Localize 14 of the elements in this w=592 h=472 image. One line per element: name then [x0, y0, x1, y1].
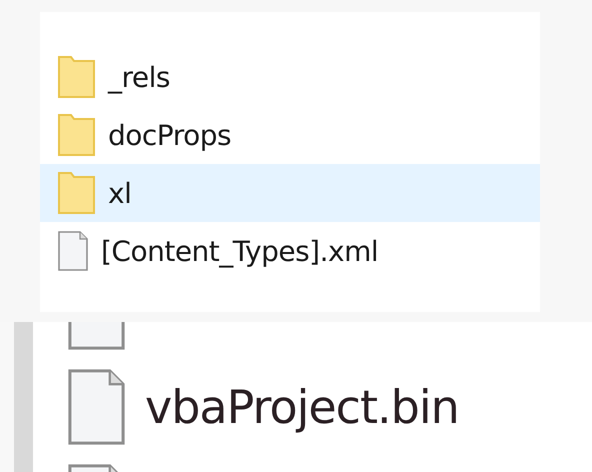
item-name: [Content_Types].xml — [101, 234, 378, 268]
file-icon — [58, 231, 88, 271]
folder-icon — [58, 172, 95, 214]
list-item[interactable]: docProps — [40, 106, 540, 164]
list-item[interactable]: [Content_Types].xml — [40, 222, 540, 280]
folder-icon — [58, 114, 95, 156]
item-name: docProps — [108, 118, 232, 152]
item-name: xl — [108, 176, 132, 210]
list-item[interactable]: xl — [40, 164, 540, 222]
folder-icon — [58, 56, 95, 98]
item-name: _rels — [108, 60, 170, 94]
file-icon — [68, 368, 125, 446]
list-item[interactable]: _rels — [40, 48, 540, 106]
file-name: vbaProject.bin — [145, 380, 459, 434]
